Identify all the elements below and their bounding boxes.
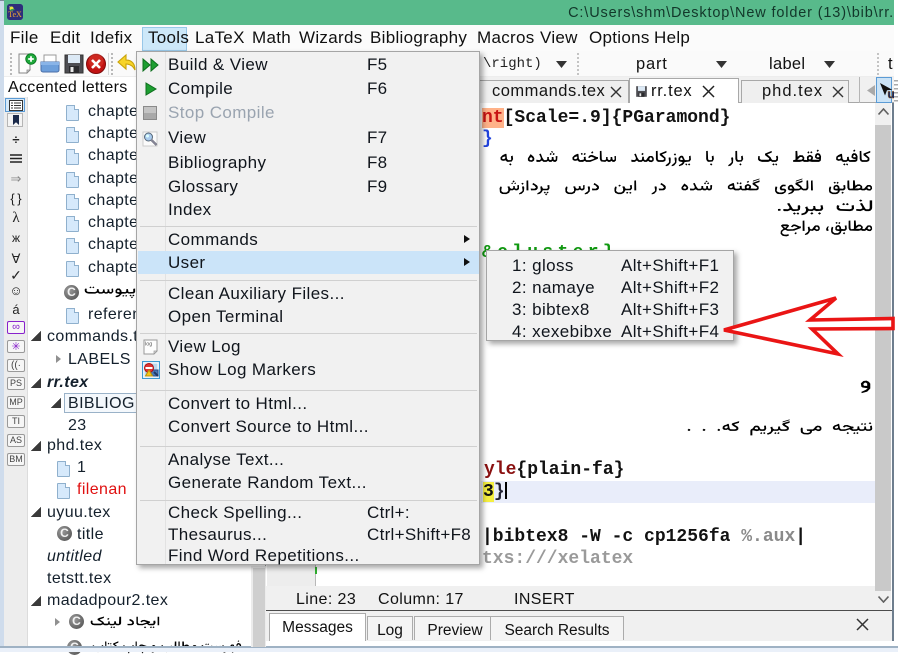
svg-text:TeX: TeX <box>8 10 22 19</box>
svg-text:log: log <box>145 342 152 348</box>
svg-text:u: u <box>888 87 895 100</box>
